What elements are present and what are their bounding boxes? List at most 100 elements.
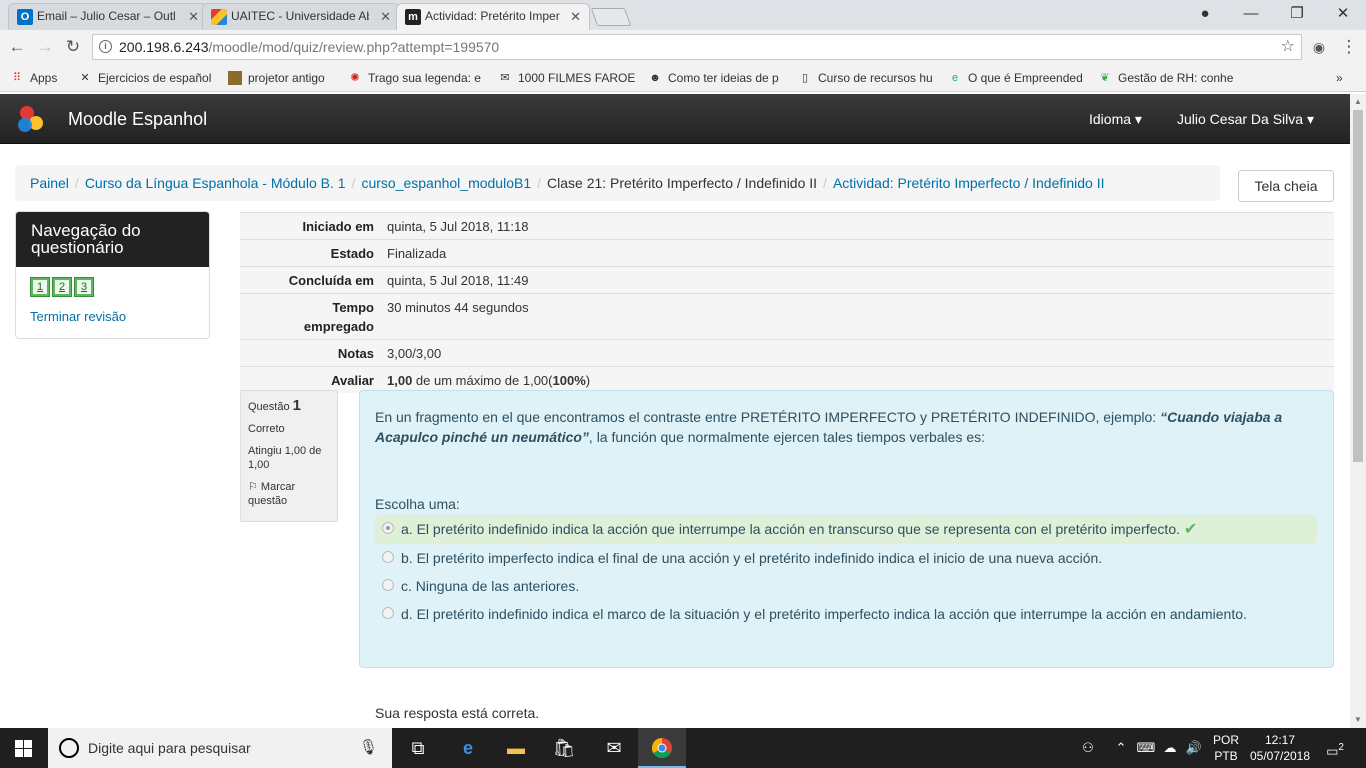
- answer-option-d[interactable]: d. El pretérito indefinido indica el mar…: [375, 600, 1317, 628]
- extension-icon[interactable]: ◉: [1308, 36, 1330, 58]
- quiz-nav-question-1[interactable]: 1: [30, 277, 50, 297]
- scrollbar-thumb[interactable]: [1353, 110, 1363, 462]
- breadcrumb-course-short[interactable]: curso_espanhol_moduloB1: [361, 175, 531, 191]
- bookmark-item[interactable]: ☻ Como ter ideias de p: [648, 70, 786, 86]
- mail-app-icon[interactable]: ✉: [590, 728, 638, 768]
- back-icon[interactable]: ←: [6, 36, 28, 58]
- tray-expand-icon[interactable]: ⌃: [1112, 728, 1130, 768]
- e-icon: e: [951, 72, 959, 84]
- apps-grid-icon: ⠿: [12, 72, 22, 84]
- tab-uaitec[interactable]: UAITEC - Universidade Ab ✕: [202, 3, 400, 30]
- close-icon[interactable]: ✕: [570, 4, 581, 29]
- notification-center-icon[interactable]: ▭2: [1320, 728, 1350, 768]
- quiz-nav-question-2[interactable]: 2: [52, 277, 72, 297]
- tab-outlook[interactable]: O Email – Julio Cesar – Outl ✕: [8, 3, 208, 30]
- summary-row: Notas 3,00/3,00: [240, 339, 1334, 367]
- taskbar-search[interactable]: Digite aqui para pesquisar 🎙: [48, 728, 392, 768]
- url-host: 200.198.6.243: [119, 39, 209, 55]
- bookmarks-overflow-icon[interactable]: »: [1336, 70, 1356, 86]
- summary-value: quinta, 5 Jul 2018, 11:49: [380, 266, 1334, 294]
- system-clock[interactable]: 12:17 05/07/2018: [1247, 732, 1313, 764]
- quiz-nav-question-3[interactable]: 3: [74, 277, 94, 297]
- file-explorer-icon[interactable]: ▬: [492, 728, 540, 768]
- microphone-icon[interactable]: 🎙: [359, 728, 378, 768]
- question-text: En un fragmento en el que encontramos el…: [375, 409, 1283, 445]
- chrome-icon[interactable]: [638, 728, 686, 768]
- radio-button[interactable]: [382, 551, 394, 563]
- summary-value: quinta, 5 Jul 2018, 11:18: [380, 212, 1334, 240]
- reload-icon[interactable]: ↻: [62, 36, 84, 58]
- bookmark-item[interactable]: projetor antigo: [228, 70, 340, 86]
- finish-review-link[interactable]: Terminar revisão: [30, 309, 126, 324]
- radio-button[interactable]: [382, 579, 394, 591]
- tab-actividad[interactable]: m Actividad: Pretérito Imper ✕: [396, 3, 590, 30]
- language-menu[interactable]: Idioma ▾: [1089, 94, 1142, 144]
- page-icon: ▯: [801, 72, 809, 84]
- task-view-icon[interactable]: ⧉: [394, 728, 442, 768]
- search-placeholder: Digite aqui para pesquisar: [88, 740, 251, 756]
- profile-icon[interactable]: ●: [1182, 0, 1228, 30]
- breadcrumb-course[interactable]: Curso da Língua Espanhola - Módulo B. 1: [85, 175, 346, 191]
- forward-icon[interactable]: →: [34, 36, 56, 58]
- moodle-logo-icon: [18, 106, 43, 132]
- summary-row: Concluída em quinta, 5 Jul 2018, 11:49: [240, 266, 1334, 294]
- scroll-down-icon[interactable]: ▼: [1350, 712, 1366, 728]
- people-icon[interactable]: ⚇: [1076, 728, 1100, 768]
- bookmark-star-icon[interactable]: ☆: [1281, 35, 1295, 59]
- bookmark-item[interactable]: eO que é Empreended: [948, 70, 1086, 86]
- start-button[interactable]: [0, 728, 48, 768]
- radio-button[interactable]: [382, 607, 394, 619]
- radio-button[interactable]: [382, 522, 394, 534]
- attempt-summary-table: Iniciado em quinta, 5 Jul 2018, 11:18 Est…: [240, 212, 1334, 393]
- bookmark-apps[interactable]: ⠿ Apps: [10, 70, 70, 86]
- restore-icon[interactable]: ❐: [1274, 0, 1320, 30]
- moodle-navbar: Moodle Espanhol Idioma ▾ Julio Cesar Da …: [0, 94, 1350, 144]
- tab-title: UAITEC - Universidade Ab: [231, 9, 369, 23]
- question-info: Questão 1 Correto Atingiu 1,00 de 1,00 ⚐…: [240, 390, 338, 522]
- summary-value: 3,00/3,00: [380, 339, 1334, 367]
- summary-label: Iniciado em: [240, 212, 380, 240]
- answer-option-b[interactable]: b. El pretérito imperfecto indica el fin…: [375, 544, 1317, 572]
- menu-kebab-icon[interactable]: ⋮: [1338, 36, 1360, 58]
- bookmark-item[interactable]: ✉ 1000 FILMES FAROES: [498, 70, 636, 86]
- bookmark-item[interactable]: ▯ Curso de recursos hu: [798, 70, 936, 86]
- browser-tab-strip: O Email – Julio Cesar – Outl ✕ UAITEC - …: [0, 0, 1366, 30]
- info-icon[interactable]: i: [99, 40, 112, 53]
- breadcrumb-activity[interactable]: Actividad: Pretérito Imperfecto / Indefi…: [833, 175, 1105, 191]
- browser-toolbar: ← → ↻ i 200.198.6.243/moodle/mod/quiz/re…: [0, 30, 1366, 64]
- input-language[interactable]: POR PTB: [1208, 732, 1244, 764]
- cloud-icon[interactable]: ☁: [1160, 728, 1180, 768]
- volume-icon[interactable]: 🔊: [1184, 728, 1204, 768]
- bookmark-item[interactable]: ❦ Gestão de RH: conhe: [1098, 70, 1236, 86]
- answer-prompt: Escolha uma:: [375, 496, 460, 512]
- summary-label: Tempo empregado: [240, 293, 380, 340]
- flag-question[interactable]: ⚐ Marcar questão: [248, 480, 330, 508]
- answer-option-c[interactable]: c. Ninguna de las anteriores.: [375, 572, 1317, 600]
- bookmark-item[interactable]: ✕ Ejercicios de español: [78, 70, 218, 86]
- close-icon[interactable]: ✕: [380, 4, 391, 29]
- summary-row: Iniciado em quinta, 5 Jul 2018, 11:18: [240, 212, 1334, 240]
- person-icon: ☻: [649, 72, 661, 84]
- window-close-icon[interactable]: ✕: [1320, 0, 1366, 30]
- fullscreen-button[interactable]: Tela cheia: [1238, 170, 1334, 202]
- tab-title: Email – Julio Cesar – Outl: [37, 9, 175, 23]
- site-name[interactable]: Moodle Espanhol: [68, 94, 207, 144]
- keyboard-icon[interactable]: ⌨: [1136, 728, 1156, 768]
- question-number: Questão 1: [248, 397, 301, 414]
- user-menu[interactable]: Julio Cesar Da Silva ▾: [1177, 94, 1314, 144]
- windows-logo-icon: [15, 740, 32, 757]
- edge-icon[interactable]: e: [444, 728, 492, 768]
- summary-label: Concluída em: [240, 266, 380, 294]
- breadcrumb-painel[interactable]: Painel: [30, 175, 69, 191]
- store-icon[interactable]: 🛍: [540, 728, 588, 768]
- minimize-icon[interactable]: —: [1228, 0, 1274, 30]
- vertical-scrollbar[interactable]: ▲ ▼: [1350, 94, 1366, 728]
- answer-option-a[interactable]: a. El pretérito indefinido indica la acc…: [375, 515, 1317, 544]
- new-tab-button[interactable]: [590, 8, 632, 26]
- close-icon[interactable]: ✕: [188, 4, 199, 29]
- scroll-up-icon[interactable]: ▲: [1350, 94, 1366, 110]
- summary-row: Tempo empregado 30 minutos 44 segundos: [240, 293, 1334, 340]
- address-bar[interactable]: i 200.198.6.243/moodle/mod/quiz/review.p…: [92, 34, 1302, 60]
- outlook-icon: O: [17, 9, 33, 25]
- bookmark-item[interactable]: ✺ Trago sua legenda: e: [348, 70, 484, 86]
